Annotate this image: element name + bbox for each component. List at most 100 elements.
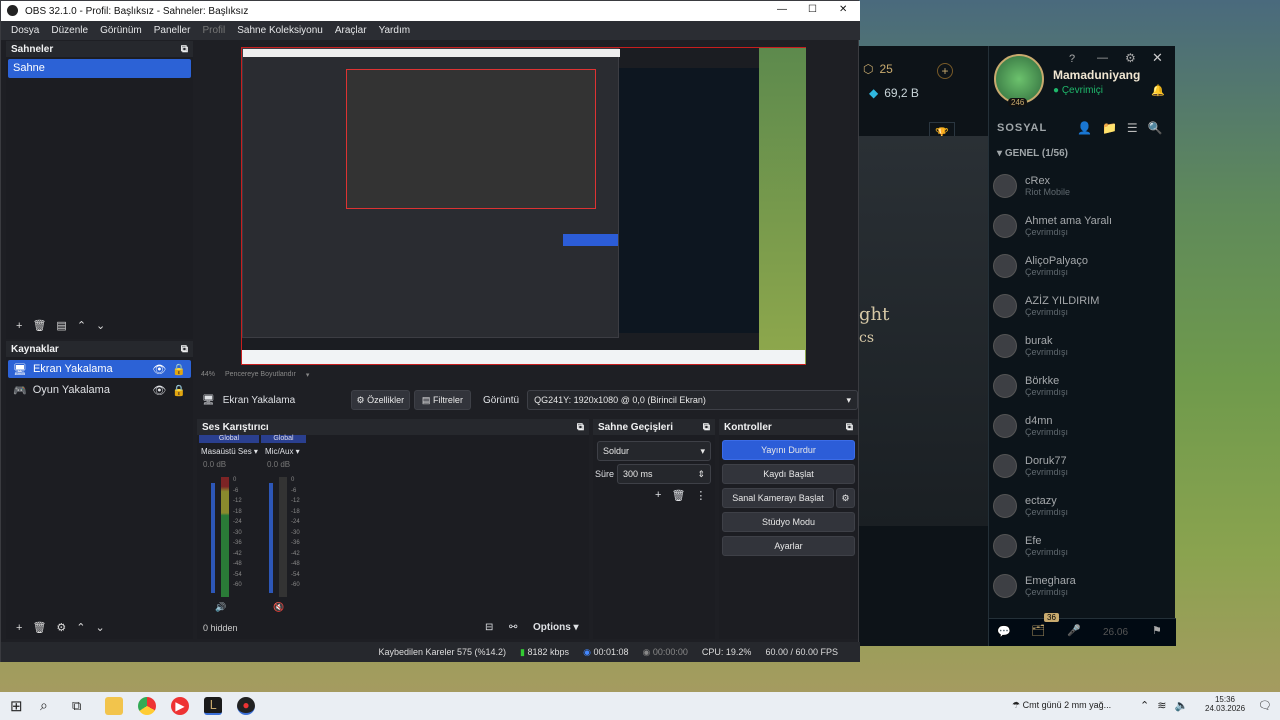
friend-list-item[interactable]: Börkke Çevrimdışı — [989, 366, 1169, 406]
windows-start-icon[interactable]: ⊞ — [10, 697, 23, 715]
lock-icon[interactable]: 🔒 — [172, 363, 186, 376]
help-icon[interactable]: ? — [1069, 53, 1075, 65]
friend-list-item[interactable]: cRex Riot Mobile — [989, 166, 1169, 206]
chevron-up-icon[interactable]: ⌃ — [77, 319, 86, 332]
friend-list-item[interactable]: Doruk77 Çevrimdışı — [989, 446, 1169, 486]
media-player-icon[interactable]: ▶ — [171, 697, 189, 715]
source-item-oyun[interactable]: 🎮 Oyun Yakalama 👁 🔒 — [8, 381, 191, 399]
menu-araclar[interactable]: Araçlar — [335, 25, 367, 36]
chat-icon[interactable]: 💬 — [997, 625, 1011, 638]
report-icon[interactable]: ⚑ — [1152, 624, 1162, 637]
stop-stream-button[interactable]: Yayını Durdur — [722, 440, 855, 460]
display-select[interactable]: QG241Y: 1920x1080 @ 0,0 (Birincil Ekran)… — [527, 390, 858, 410]
close-icon[interactable]: ✕ — [1152, 50, 1163, 66]
inventory-icon[interactable]: 🗂 — [1031, 624, 1045, 637]
filters-button[interactable]: ▤ Filtreler — [413, 390, 471, 410]
undock-icon[interactable]: ⧉ — [577, 422, 584, 433]
minimize-icon[interactable]: — — [1097, 52, 1108, 64]
source-item-ekran[interactable]: 🖥 Ekran Yakalama 👁 🔒 — [8, 360, 191, 378]
file-explorer-icon[interactable] — [105, 697, 123, 715]
list-icon[interactable]: ☰ — [1127, 121, 1138, 135]
virtual-camera-settings-button[interactable]: ⚙ — [836, 488, 855, 508]
fit-to-window[interactable]: Pencereye Boyutlandır — [225, 371, 296, 379]
trash-icon[interactable]: 🗑 — [32, 621, 46, 634]
add-icon[interactable]: + — [16, 622, 22, 634]
volume-slider-desktop[interactable] — [211, 483, 215, 593]
add-icon[interactable]: + — [655, 489, 661, 502]
undock-icon[interactable]: ⧉ — [846, 422, 853, 433]
gear-icon[interactable]: ⚙ — [56, 621, 66, 634]
add-friend-icon[interactable]: 👤 — [1077, 121, 1092, 135]
task-view-icon[interactable]: ⧉ — [72, 698, 81, 714]
channel-name-desktop[interactable]: Masaüstü Ses ▾ — [201, 447, 258, 456]
friend-list-item[interactable]: Ahmet ama Yaralı Çevrimdışı — [989, 206, 1169, 246]
volume-icon[interactable]: 🔈 — [1174, 699, 1188, 712]
menu-profil[interactable]: Profil — [202, 25, 225, 36]
more-icon[interactable]: ⋮ — [695, 489, 706, 502]
friend-group-header[interactable]: ▾ GENEL (1/56) — [997, 148, 1068, 159]
filter-icon[interactable]: ▤ — [56, 319, 66, 332]
search-icon[interactable]: ⌕ — [40, 697, 48, 714]
add-icon[interactable]: + — [16, 320, 22, 332]
properties-button[interactable]: ⚙ Özellikler — [350, 390, 410, 410]
chrome-icon[interactable] — [138, 697, 156, 715]
avatar[interactable] — [994, 54, 1044, 104]
menu-yardim[interactable]: Yardım — [379, 25, 411, 36]
weather-widget[interactable]: ☂ Cmt günü 2 mm yağ... — [1012, 700, 1111, 711]
chevron-up-icon[interactable]: ⌃ — [76, 621, 85, 634]
mic-icon[interactable]: 🎤 — [1067, 624, 1081, 637]
bell-icon[interactable]: 🔔 — [1151, 84, 1165, 97]
friend-list-item[interactable]: burak Çevrimdışı — [989, 326, 1169, 366]
gear-icon[interactable]: ⚙ — [1125, 51, 1136, 65]
league-client-icon[interactable]: Ⅼ — [204, 697, 222, 715]
options-button[interactable]: Options ▾ — [533, 622, 579, 633]
chevron-down-icon[interactable]: ▾ — [306, 371, 310, 379]
mute-icon[interactable]: 🔇 — [273, 602, 284, 613]
eye-icon[interactable]: 👁 — [152, 363, 166, 376]
layout-icon[interactable]: ⊟ — [485, 622, 493, 633]
preview-canvas[interactable] — [241, 47, 806, 365]
eye-icon[interactable]: 👁 — [152, 384, 166, 397]
trash-icon[interactable]: 🗑 — [32, 319, 46, 332]
menu-dosya[interactable]: Dosya — [11, 25, 39, 36]
trash-icon[interactable]: 🗑 — [671, 489, 685, 502]
maximize-button[interactable]: ☐ — [808, 4, 817, 15]
volume-slider-mic[interactable] — [269, 483, 273, 593]
speaker-icon[interactable]: 🔊 — [215, 602, 226, 613]
undock-icon[interactable]: ⧉ — [181, 44, 188, 55]
wifi-icon[interactable]: ≋ — [1157, 699, 1166, 712]
friend-list-item[interactable]: Emeghara Çevrimdışı — [989, 566, 1169, 606]
tray-up-icon[interactable]: ⌃ — [1140, 699, 1149, 712]
start-recording-button[interactable]: Kaydı Başlat — [722, 464, 855, 484]
friend-list-item[interactable]: ectazy Çevrimdışı — [989, 486, 1169, 526]
start-virtual-camera-button[interactable]: Sanal Kamerayı Başlat — [722, 488, 834, 508]
friend-list-item[interactable]: AliçoPalyaço Çevrimdışı — [989, 246, 1169, 286]
studio-mode-button[interactable]: Stüdyo Modu — [722, 512, 855, 532]
add-currency-button[interactable]: + — [937, 63, 953, 79]
menu-gorunum[interactable]: Görünüm — [100, 25, 142, 36]
friend-list-item[interactable]: AZİZ YILDIRIM Çevrimdışı — [989, 286, 1169, 326]
duration-spinner[interactable]: 300 ms ⇕ — [617, 464, 711, 484]
obs-taskbar-icon[interactable]: ● — [237, 697, 255, 715]
menu-sahne-koleksiyonu[interactable]: Sahne Koleksiyonu — [237, 25, 323, 36]
channel-name-mic[interactable]: Mic/Aux ▾ — [265, 447, 300, 456]
chevron-down-icon[interactable]: ⌄ — [96, 621, 105, 634]
undock-icon[interactable]: ⧉ — [181, 344, 188, 355]
link-icon[interactable]: ⚯ — [509, 622, 517, 633]
friend-list-item[interactable]: Efe Çevrimdışı — [989, 526, 1169, 566]
minimize-button[interactable]: — — [777, 4, 787, 15]
notification-icon[interactable]: 🗨 — [1258, 699, 1272, 712]
scene-item[interactable]: Sahne — [8, 59, 191, 78]
undock-icon[interactable]: ⧉ — [703, 422, 710, 433]
clock[interactable]: 15:36 24.03.2026 — [1205, 695, 1245, 713]
transition-select[interactable]: Soldur ▾ — [597, 441, 711, 461]
zoom-level[interactable]: 44% — [201, 371, 215, 379]
search-icon[interactable]: 🔍 — [1148, 121, 1163, 135]
lock-icon[interactable]: 🔒 — [172, 384, 186, 397]
friend-list-item[interactable]: d4mn Çevrimdışı — [989, 406, 1169, 446]
settings-button[interactable]: Ayarlar — [722, 536, 855, 556]
chevron-down-icon[interactable]: ⌄ — [96, 319, 105, 332]
menu-paneller[interactable]: Paneller — [154, 25, 191, 36]
close-button[interactable]: ✕ — [839, 4, 847, 15]
menu-duzenle[interactable]: Düzenle — [51, 25, 88, 36]
